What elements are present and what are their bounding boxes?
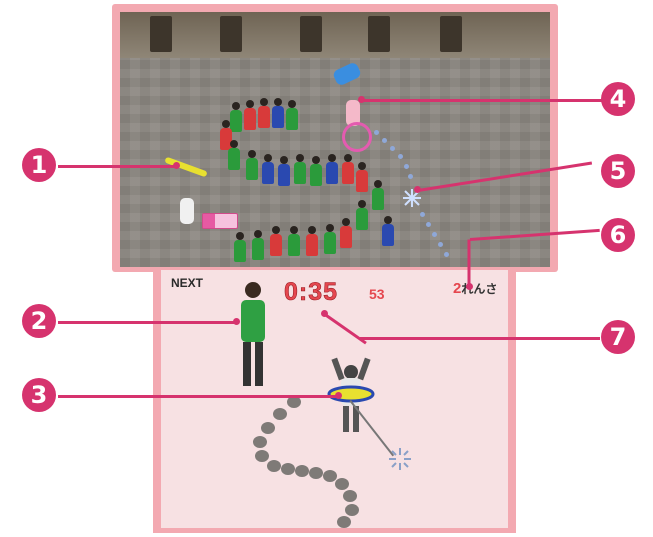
- timer-display: 0:35: [284, 278, 339, 307]
- path-dot: [408, 174, 413, 179]
- bottom-screen: NEXT 0:35 53 2れんさ: [153, 270, 516, 533]
- trail-dot: [255, 450, 269, 462]
- building-door: [368, 16, 390, 52]
- student-figure: [294, 154, 306, 184]
- student-figure: [340, 218, 352, 248]
- path-dot: [420, 212, 425, 217]
- student-figure: [272, 98, 284, 128]
- trail-dot: [281, 463, 295, 475]
- student-figure: [234, 232, 246, 262]
- callout-badge-6: 6: [601, 218, 635, 252]
- player-leader-icon: [327, 357, 375, 432]
- student-figure: [288, 226, 300, 256]
- student-figure: [372, 180, 384, 210]
- student-figure: [310, 156, 322, 186]
- student-figure: [230, 102, 242, 132]
- student-figure: [278, 156, 290, 186]
- path-dot: [444, 252, 449, 257]
- callout-leader-7b: [360, 337, 600, 340]
- next-student-icon: [241, 282, 265, 386]
- path-dot: [438, 242, 443, 247]
- callout-badge-1: 1: [22, 148, 56, 182]
- path-dot: [426, 222, 431, 227]
- next-label: NEXT: [171, 276, 204, 290]
- trail-dot: [295, 465, 309, 477]
- callout-leader-end-5: [414, 186, 421, 193]
- building-door: [300, 16, 322, 52]
- student-figure: [244, 100, 256, 130]
- student-figure: [356, 162, 368, 192]
- callout-leader-end-4: [358, 96, 365, 103]
- trail-dot: [343, 490, 357, 502]
- student-figure: [286, 100, 298, 130]
- student-figure: [246, 150, 258, 180]
- callout-leader-end-7: [321, 310, 328, 317]
- path-dot: [398, 154, 403, 159]
- leader-ring: [342, 122, 372, 152]
- trail-dot: [309, 467, 323, 479]
- callout-leader-end-6: [466, 283, 473, 290]
- callout-leader-1: [58, 165, 176, 168]
- trail-dot: [337, 516, 351, 528]
- trail-dot: [345, 504, 359, 516]
- student-figure: [258, 98, 270, 128]
- timer-fraction: 53: [369, 286, 385, 302]
- student-figure: [252, 230, 264, 260]
- path-dot: [374, 130, 379, 135]
- trail-dot: [261, 422, 275, 434]
- callout-leader-end-2: [233, 318, 240, 325]
- path-dot: [390, 146, 395, 151]
- time-gauge: [202, 213, 238, 229]
- lone-student: [180, 198, 194, 224]
- student-figure: [270, 226, 282, 256]
- student-figure: [306, 226, 318, 256]
- time-gauge-fill: [203, 214, 215, 228]
- callout-leader-6b: [467, 239, 471, 288]
- callout-leader-4: [362, 99, 602, 102]
- path-dot: [382, 138, 387, 143]
- top-screen-view: [120, 12, 550, 267]
- student-figure: [228, 140, 240, 170]
- callout-leader-end-3: [335, 392, 342, 399]
- student-figure: [382, 216, 394, 246]
- trail-dot: [253, 436, 267, 448]
- building-background: [120, 12, 550, 58]
- building-door: [150, 16, 172, 52]
- callout-badge-3: 3: [22, 378, 56, 412]
- callout-badge-4: 4: [601, 82, 635, 116]
- building-door: [220, 16, 242, 52]
- student-figure: [342, 154, 354, 184]
- student-figure: [262, 154, 274, 184]
- trail-dot: [267, 460, 281, 472]
- touch-target-icon[interactable]: [387, 446, 413, 472]
- chain-counter: 2れんさ: [453, 280, 497, 297]
- building-door: [440, 16, 462, 52]
- callout-badge-2: 2: [22, 304, 56, 338]
- student-figure: [326, 154, 338, 184]
- student-figure: [356, 200, 368, 230]
- callout-leader-end-1: [173, 162, 180, 169]
- callout-badge-7: 7: [601, 320, 635, 354]
- callout-badge-5: 5: [601, 154, 635, 188]
- trail-dot: [335, 478, 349, 490]
- trail-dot: [273, 408, 287, 420]
- top-screen: [112, 4, 558, 272]
- path-dot: [432, 232, 437, 237]
- path-dot: [404, 164, 409, 169]
- callout-leader-2: [58, 321, 236, 324]
- callout-leader-3: [58, 395, 338, 398]
- bottom-screen-view[interactable]: NEXT 0:35 53 2れんさ: [161, 270, 508, 528]
- student-figure: [324, 224, 336, 254]
